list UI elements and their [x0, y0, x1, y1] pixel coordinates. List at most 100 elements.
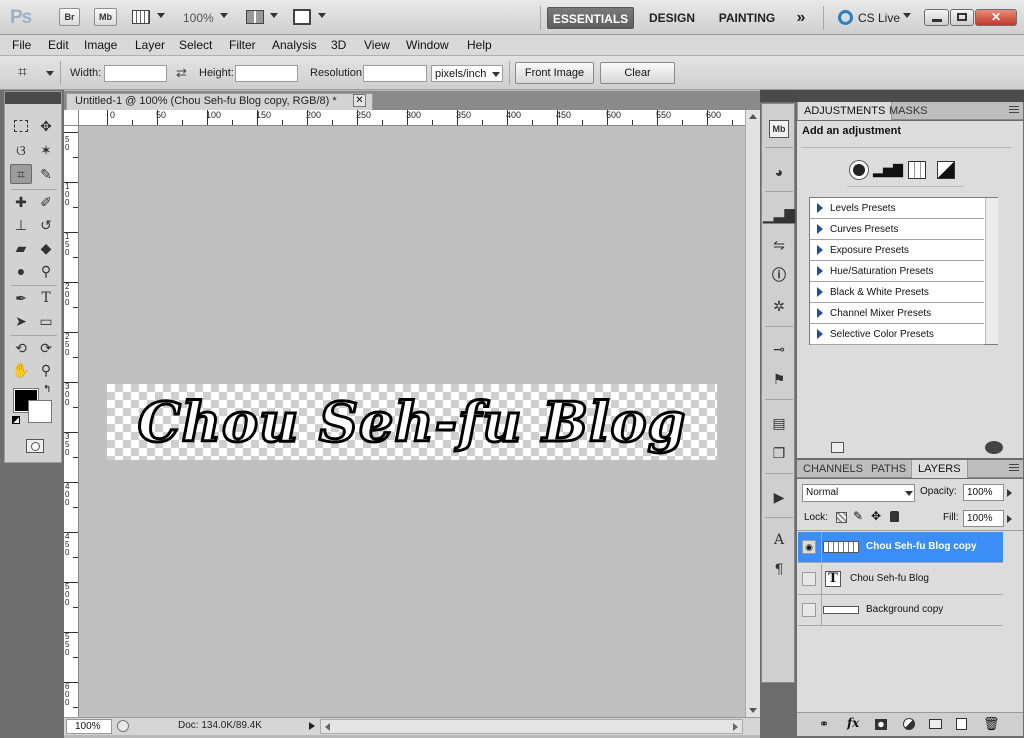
delete-layer-icon[interactable]: 🗑 [983, 716, 1000, 732]
fill-slider-arrow-icon[interactable] [1007, 515, 1012, 523]
status-info-icon[interactable] [117, 720, 129, 732]
crop-tool-icon[interactable]: ⌗ [10, 164, 32, 184]
dodge-tool-icon[interactable]: ⚲ [35, 261, 57, 281]
blend-mode-select[interactable]: Normal [802, 484, 915, 502]
preset-levels[interactable]: Levels Presets [810, 198, 984, 219]
resolution-input[interactable] [363, 65, 427, 82]
lock-position-icon[interactable]: ✥ [871, 509, 881, 523]
navigator-icon[interactable]: ✲ [769, 297, 789, 315]
document-canvas-area[interactable]: Chou Seh-fu Blog [79, 126, 745, 717]
horizontal-scrollbar[interactable] [320, 719, 743, 734]
3d-orbit-tool-icon[interactable]: ⟳ [35, 338, 57, 358]
notes-icon[interactable]: ▤ [769, 414, 789, 432]
panel-dock-header[interactable] [760, 90, 796, 102]
resolution-units-select[interactable]: pixels/inch [431, 65, 503, 82]
width-input[interactable] [104, 65, 167, 82]
eye-icon[interactable]: ◉ [802, 540, 816, 554]
brush-tool-icon[interactable]: ✐ [35, 192, 57, 212]
menu-view[interactable]: View [364, 38, 390, 52]
document-tab[interactable]: Untitled-1 @ 100% (Chou Seh-fu Blog copy… [66, 93, 373, 110]
character-panel-icon[interactable]: A [769, 531, 789, 549]
preset-curves[interactable]: Curves Presets [810, 219, 984, 240]
menu-3d[interactable]: 3D [331, 38, 346, 52]
color-palette-icon[interactable]: ◕ [769, 163, 789, 181]
visibility-toggle[interactable] [802, 572, 816, 586]
menu-file[interactable]: File [12, 38, 31, 52]
panel-menu-icon[interactable] [1009, 106, 1019, 115]
chevron-down-icon[interactable] [157, 13, 165, 18]
status-menu-arrow-icon[interactable] [309, 722, 315, 730]
blur-tool-icon[interactable]: ● [10, 261, 32, 281]
workspace-design[interactable]: DESIGN [642, 7, 702, 29]
eyedropper-tool-icon[interactable]: ✎ [35, 164, 57, 184]
preset-channel-mixer[interactable]: Channel Mixer Presets [810, 303, 984, 324]
add-mask-icon[interactable] [875, 719, 887, 730]
menu-filter[interactable]: Filter [229, 38, 256, 52]
close-button[interactable]: ✕ [975, 9, 1017, 26]
horizontal-ruler[interactable]: 0 50 100 150 200 250 300 350 400 450 500… [79, 110, 745, 126]
default-colors-icon[interactable] [12, 416, 20, 424]
presets-scrollbar[interactable] [985, 198, 998, 344]
mini-bridge-button[interactable]: Mb [94, 8, 117, 26]
clear-button[interactable]: Clear [600, 62, 675, 84]
new-layer-icon[interactable] [956, 718, 967, 730]
path-selection-tool-icon[interactable]: ➤ [10, 311, 32, 331]
preset-exposure[interactable]: Exposure Presets [810, 240, 984, 261]
chevron-down-icon[interactable] [270, 13, 278, 18]
brightness-contrast-icon[interactable] [847, 159, 871, 181]
layer-row[interactable]: Background copy [798, 595, 1003, 626]
tab-channels[interactable]: CHANNELS [797, 460, 869, 478]
layer-row[interactable]: ◉ Chou Seh-fu Blog copy [798, 532, 1003, 563]
document-image[interactable]: Chou Seh-fu Blog [107, 384, 717, 460]
menu-image[interactable]: Image [84, 38, 117, 52]
new-group-icon[interactable] [929, 719, 942, 729]
mini-bridge-panel-icon[interactable]: Mb [769, 120, 789, 138]
screen-mode-button[interactable] [293, 9, 311, 25]
menu-window[interactable]: Window [406, 38, 449, 52]
levels-icon[interactable]: ▂▅▇ [873, 159, 903, 181]
layer-comps-icon[interactable]: ❐ [769, 444, 789, 462]
exposure-icon[interactable] [934, 159, 958, 181]
preset-black-white[interactable]: Black & White Presets [810, 282, 984, 303]
actions-play-icon[interactable]: ▶ [769, 488, 789, 506]
preset-hue-saturation[interactable]: Hue/Saturation Presets [810, 261, 984, 282]
chevron-down-icon[interactable] [903, 13, 911, 18]
clone-source-icon[interactable]: ⚑ [769, 370, 789, 388]
height-input[interactable] [235, 65, 298, 82]
marquee-tool-icon[interactable] [10, 116, 32, 136]
tab-paths[interactable]: PATHS [865, 460, 912, 478]
preset-selective-color[interactable]: Selective Color Presets [810, 324, 984, 345]
quick-mask-icon[interactable] [26, 439, 44, 453]
brush-presets-icon[interactable]: ⊸ [769, 340, 789, 358]
fill-input[interactable]: 100% [963, 510, 1004, 527]
menu-analysis[interactable]: Analysis [272, 38, 317, 52]
restore-button[interactable] [950, 9, 974, 26]
visibility-toggle[interactable] [802, 603, 816, 617]
return-to-list-icon[interactable] [831, 442, 844, 453]
ruler-origin[interactable] [64, 110, 79, 126]
scroll-up-icon[interactable] [749, 114, 757, 119]
tab-layers[interactable]: LAYERS [911, 460, 968, 478]
paragraph-panel-icon[interactable]: ¶ [769, 561, 789, 579]
menu-layer[interactable]: Layer [135, 38, 165, 52]
front-image-button[interactable]: Front Image [515, 62, 594, 84]
lock-all-icon[interactable] [890, 511, 899, 522]
tools-panel-header[interactable] [5, 92, 61, 104]
zoom-level-select[interactable]: 100% [183, 11, 214, 25]
clip-to-layer-icon[interactable] [985, 441, 1003, 454]
crop-tool-preset-icon[interactable]: ⌗ [18, 64, 40, 82]
scroll-down-icon[interactable] [749, 708, 757, 713]
view-extras-button[interactable] [132, 10, 150, 24]
history-icon[interactable]: ⇋ [769, 236, 789, 254]
panel-dock-header[interactable] [796, 90, 1024, 102]
menu-select[interactable]: Select [179, 38, 212, 52]
menu-help[interactable]: Help [467, 38, 492, 52]
paint-bucket-tool-icon[interactable]: ◆ [35, 238, 57, 258]
clone-stamp-tool-icon[interactable]: ⊥ [10, 215, 32, 235]
shape-tool-icon[interactable]: ▭ [35, 311, 57, 331]
minimize-button[interactable] [924, 9, 949, 26]
pen-tool-icon[interactable]: ✒ [10, 288, 32, 308]
tab-adjustments[interactable]: ADJUSTMENTS [797, 102, 893, 120]
menu-edit[interactable]: Edit [48, 38, 69, 52]
chevron-down-icon[interactable] [318, 13, 326, 18]
